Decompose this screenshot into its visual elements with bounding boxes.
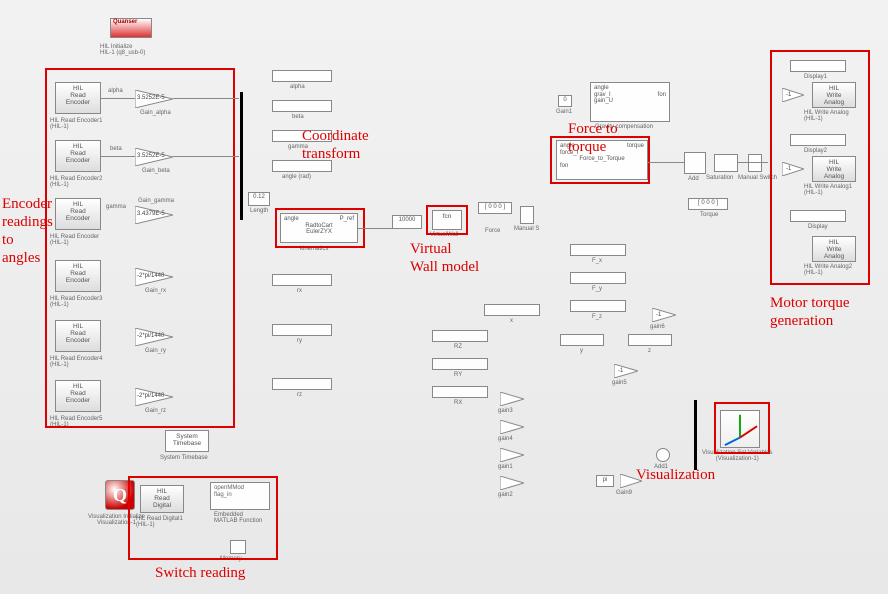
add-cap: Add <box>688 176 699 182</box>
redbox-encoders <box>45 68 235 428</box>
disp-fz <box>570 300 626 312</box>
gain5-cap: gain5 <box>612 380 627 386</box>
disp-fx <box>570 244 626 256</box>
disp-beta <box>272 100 332 112</box>
system-timebase-cap: System Timebase <box>160 455 208 461</box>
gain-neg1: -1 <box>618 368 623 374</box>
gain2[interactable] <box>500 476 524 490</box>
length-cap: Length <box>250 208 268 214</box>
grav-angle: angle <box>594 85 666 92</box>
motors-manual-switch[interactable] <box>748 154 762 172</box>
vw-manual-cap: Manual S <box>514 226 539 232</box>
disp-angle-cap: angle (rad) <box>282 174 311 180</box>
ann-motor: Motor torque generation <box>770 294 850 330</box>
redbox-visualization <box>714 402 770 454</box>
sat-cap: Saturation <box>706 175 733 181</box>
grav-gravi: grav_I <box>594 92 611 99</box>
ann-encoders: Encoder readings to angles <box>2 195 53 267</box>
torque-const[interactable]: [ 0 0 0 ] <box>688 198 728 210</box>
pi-const[interactable]: pi <box>596 475 614 487</box>
gain3[interactable] <box>500 392 524 406</box>
gain-neg1b: -1 <box>656 312 661 318</box>
disp-rx2-cap: RX <box>454 400 462 406</box>
disp-rz2 <box>432 330 488 342</box>
disp-ry-cap: ry <box>297 338 302 344</box>
disp-rx-cap: rx <box>297 288 302 294</box>
vw-manual-switch[interactable] <box>520 206 534 224</box>
ann-coord: Coordinate transform <box>302 127 369 163</box>
gain4[interactable] <box>500 420 524 434</box>
gain3-cap: gain3 <box>498 408 513 414</box>
disp-fz-cap: F_z <box>592 314 602 320</box>
disp-rx <box>272 274 332 286</box>
gain6-cap: gain6 <box>650 324 665 330</box>
disp-ry <box>272 324 332 336</box>
ann-vis: Visualization <box>636 466 715 484</box>
disp-y-cap: y <box>580 348 583 354</box>
disp-x <box>484 304 540 316</box>
redbox-switch <box>128 476 278 560</box>
disp-rx2 <box>432 386 488 398</box>
angle-mux <box>240 92 243 220</box>
disp-fy <box>570 272 626 284</box>
gain1[interactable] <box>500 448 524 462</box>
disp-x-cap: x <box>510 318 513 324</box>
grav-const[interactable]: 0 <box>558 95 572 107</box>
vis-mux <box>694 400 697 470</box>
length-const[interactable]: 0.12 <box>248 192 270 206</box>
grav-fon: fon <box>658 92 666 99</box>
disp-rz2-cap: RZ <box>454 344 462 350</box>
disp-y <box>560 334 604 346</box>
disp-rz <box>272 378 332 390</box>
disp-fx-cap: F_x <box>592 258 602 264</box>
ann-ft: Force to torque <box>568 120 618 156</box>
grav-gainu: gain_U <box>594 98 666 105</box>
vw-force-lab: Force <box>485 228 500 234</box>
disp-ry2-cap: RY <box>454 372 462 378</box>
vw-force-const[interactable]: [ 0 0 0 ] <box>478 202 512 214</box>
disp-rz-cap: rz <box>297 392 302 398</box>
grav-const-cap: Gain1 <box>556 109 572 115</box>
hil-init-label: HIL Initialize HIL-1 (q8_usb-0) <box>100 44 145 56</box>
ann-switch: Switch reading <box>155 564 245 582</box>
sum-add1[interactable] <box>656 448 670 462</box>
redbox-coord <box>275 208 365 248</box>
disp-fy-cap: F_y <box>592 286 602 292</box>
saturation-block[interactable] <box>714 154 738 172</box>
disp-alpha <box>272 70 332 82</box>
gain9-cap: Gain9 <box>616 490 632 496</box>
disp-z <box>628 334 672 346</box>
gain4-cap: gain4 <box>498 436 513 442</box>
disp-alpha-cap: alpha <box>290 84 305 90</box>
disp-beta-cap: beta <box>292 114 304 120</box>
gravity-comp-block[interactable]: angle grav_I fon gain_U <box>590 82 670 122</box>
gain1-cap: gain1 <box>498 464 513 470</box>
gain2-cap: gain2 <box>498 492 513 498</box>
redbox-motor <box>770 50 870 285</box>
system-timebase[interactable]: System Timebase <box>165 430 209 452</box>
disp-z-cap: z <box>648 348 651 354</box>
vw-gain[interactable]: 10000 <box>392 215 422 229</box>
quarc-logo: Quanser <box>110 18 152 38</box>
add-block[interactable] <box>684 152 706 174</box>
disp-ry2 <box>432 358 488 370</box>
ann-vw: Virtual Wall model <box>410 240 479 276</box>
redbox-vw <box>426 205 468 235</box>
torque-lbl: Torque <box>700 212 718 218</box>
